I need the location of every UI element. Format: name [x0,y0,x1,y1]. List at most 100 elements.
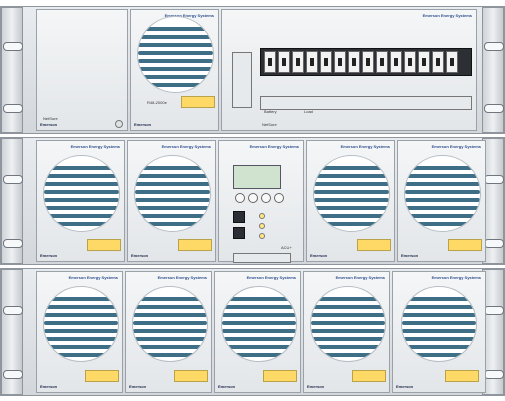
breaker-icon[interactable] [348,51,360,73]
rectifier-module[interactable]: Emerson Energy Systems Emerson [397,140,486,262]
right-ear [482,7,504,133]
brand-text: Emerson Energy Systems [161,144,211,149]
rack-ear-slot-icon [3,370,23,379]
brand-text: Emerson Energy Systems [340,144,390,149]
brand-text: Emerson Energy Systems [422,13,472,18]
breaker-icon[interactable] [292,51,304,73]
button-icon[interactable] [248,193,258,203]
breaker-icon[interactable] [264,51,276,73]
controller-strip [233,253,291,263]
rack-ear-slot-icon [484,306,504,315]
rectifier-module[interactable]: Emerson Energy Systems Emerson [303,271,390,393]
breaker-icon[interactable] [446,51,458,73]
rack-ear-slot-icon [3,239,23,248]
button-icon[interactable] [274,193,284,203]
model-text: NetSure [43,116,58,121]
brand-label: Emerson [40,384,58,389]
rack-ear-slot-icon [484,239,504,248]
fan-grille-icon [134,155,211,232]
power-rack: NetSure Emerson Emerson Energy Systems R… [0,0,505,401]
terminal-strip [260,96,472,110]
rack-ear-slot-icon [3,306,23,315]
led-icon [259,223,265,229]
rack-ear-slot-icon [484,104,504,113]
breaker-icon[interactable] [418,51,430,73]
brand-label: Emerson [401,253,419,258]
rectifier-module[interactable]: Emerson Energy Systems Emerson [36,271,123,393]
brand-label: Emerson [218,384,236,389]
rectifier-module[interactable]: Emerson Energy Systems Emerson [392,271,486,393]
warning-sticker [448,239,482,251]
brand-label: Emerson [396,384,414,389]
breaker-icon[interactable] [362,51,374,73]
breaker-icon[interactable] [376,51,388,73]
led-icon [259,233,265,239]
brand-label: Emerson [131,253,149,258]
warning-sticker [357,239,391,251]
controller-module[interactable]: Emerson Energy Systems ACU+ [218,140,304,263]
breaker-icon[interactable] [432,51,444,73]
left-ear [1,269,23,395]
warning-sticker [178,239,212,251]
rack-ear-slot-icon [3,175,23,184]
fan-grille-icon [404,155,481,232]
screw [115,120,123,128]
rack-unit-bottom: Emerson Energy Systems Emerson Emerson E… [0,268,505,396]
port-icon[interactable] [233,211,245,223]
port-icon[interactable] [233,227,245,239]
brand-label: Emerson [307,384,325,389]
fan-grille-icon [313,155,390,232]
warning-sticker [445,370,479,382]
rectifier-module[interactable]: Emerson Energy Systems Emerson [306,140,395,262]
lcd-screen-icon [233,165,281,189]
button-icon[interactable] [261,193,271,203]
breaker-icon[interactable] [334,51,346,73]
led-icon [259,213,265,219]
rectifier-module[interactable]: Emerson Energy Systems Emerson [125,271,212,393]
fan-grille-icon [43,155,120,232]
rack-ear-slot-icon [484,175,504,184]
rack-ear-slot-icon [484,42,504,51]
warning-sticker [87,239,121,251]
rectifier-module[interactable]: Emerson Energy Systems R48-2000e Emerson [130,9,219,131]
rectifier-module[interactable]: Emerson Energy Systems Emerson [214,271,301,393]
warning-sticker [85,370,119,382]
breaker-icon[interactable] [390,51,402,73]
warning-sticker [263,370,297,382]
control-label: ACU+ [281,245,292,250]
rack-unit-middle: Emerson Energy Systems Emerson Emerson E… [0,137,505,265]
fan-grille-icon [132,286,208,362]
brand-label: Emerson [310,253,328,258]
distribution-label-1: Battery [264,109,277,114]
brand-label: Emerson [134,122,152,127]
brand-text: Emerson Energy Systems [431,275,481,280]
rectifier-module[interactable]: Emerson Energy Systems Emerson [36,140,125,262]
brand-label: Emerson [40,122,58,127]
fan-grille-icon [221,286,297,362]
rectifier-module[interactable]: Emerson Energy Systems Emerson [127,140,216,262]
breaker-icon[interactable] [320,51,332,73]
breaker-bar [260,48,472,76]
fan-grille-icon [310,286,386,362]
brand-label: Emerson [40,253,58,258]
brand-text: Emerson Energy Systems [335,275,385,280]
left-ear [1,7,23,133]
breaker-icon[interactable] [404,51,416,73]
blank-panel: NetSure Emerson [36,9,128,131]
brand-label: Emerson [129,384,147,389]
warning-sticker [352,370,386,382]
rack-ear-slot-icon [3,104,23,113]
rack-ear-slot-icon [3,42,23,51]
fan-grille-icon [43,286,119,362]
distribution-panel: Emerson Energy Systems Battery Load NetS… [221,9,477,131]
breaker-icon[interactable] [278,51,290,73]
brand-text: Emerson Energy Systems [70,144,120,149]
fan-grille-icon [401,286,477,362]
warning-sticker [181,96,215,108]
brand-text: Emerson Energy Systems [249,144,299,149]
distribution-label-2: Load [304,109,313,114]
fan-grille-icon [137,16,214,93]
brand-text: Emerson Energy Systems [157,275,207,280]
breaker-icon[interactable] [306,51,318,73]
button-icon[interactable] [235,193,245,203]
